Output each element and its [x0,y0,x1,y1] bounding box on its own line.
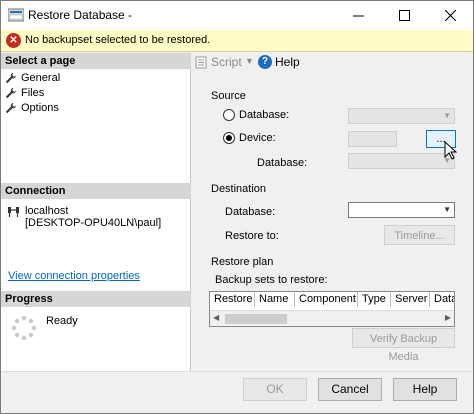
select-page-header: Select a page [1,53,191,69]
column-header[interactable]: Type [358,292,391,307]
source-database-radio[interactable] [223,109,235,121]
ok-button[interactable]: OK [243,378,307,401]
restore-plan-group-label: Restore plan [211,256,274,268]
restore-to-label: Restore to: [225,230,279,242]
chevron-down-icon: ▼ [443,205,451,214]
connection-header: Connection [1,183,191,199]
script-icon [195,56,207,68]
minimize-button[interactable] [335,1,381,30]
script-label: Script [211,55,242,69]
help-button[interactable]: Help [393,378,457,401]
progress-status: Ready [46,315,78,327]
app-icon [8,8,24,22]
server-connection-icon [8,207,19,217]
connection-user: [DESKTOP-OPU40LN\paul] [25,217,162,229]
progress-spinner-icon [11,315,37,341]
page-item-general[interactable]: General [5,71,60,85]
source-database-combo[interactable]: ▼ [348,108,455,124]
backup-sets-grid[interactable]: Restore Name Component Type Server Data … [209,291,455,327]
column-header[interactable]: Name [255,292,295,307]
close-icon [444,10,456,21]
footer-divider [1,371,473,372]
source-device-radio[interactable] [223,132,235,144]
grid-header: Restore Name Component Type Server Data [210,292,454,307]
scroll-right-icon[interactable]: ▶ [445,313,451,322]
chevron-down-icon: ▼ [443,111,451,120]
wrench-icon [5,87,17,99]
source-device-database-label: Database: [257,157,308,169]
page-item-options[interactable]: Options [5,101,59,115]
connection-server: localhost [25,205,69,217]
error-icon: ✕ [6,33,21,48]
help-icon: ? [258,55,272,69]
destination-database-label: Database: [225,206,276,218]
minimize-icon [352,15,364,17]
grid-horizontal-scrollbar[interactable]: ◀ ▶ [210,310,454,326]
destination-database-combo[interactable]: ▼ [348,202,455,218]
title-bar[interactable]: Restore Database - [1,1,473,30]
source-database-label: Database: [239,109,290,121]
maximize-button[interactable] [381,1,427,30]
column-header[interactable]: Data [430,292,454,307]
help-label: Help [275,55,300,69]
page-item-label: Options [21,102,59,114]
source-device-database-combo[interactable]: ▼ [348,153,455,169]
error-banner: ✕ No backupset selected to be restored. [1,30,473,52]
column-header[interactable]: Component [295,292,358,307]
source-device-label: Device: [239,132,276,144]
page-item-label: Files [21,87,45,99]
page-item-files[interactable]: Files [5,86,44,100]
left-pane: Select a page General Files Options Conn… [1,53,191,371]
page-item-label: General [21,72,61,84]
scrollbar-thumb[interactable] [225,314,287,324]
backup-sets-label: Backup sets to restore: [215,274,328,286]
cancel-button[interactable]: Cancel [318,378,382,401]
close-button[interactable] [427,1,473,30]
window-title: Restore Database - [28,8,133,22]
script-button[interactable]: Script [195,55,242,69]
view-connection-properties-link[interactable]: View connection properties [8,270,140,282]
wrench-icon [5,102,17,114]
restore-database-dialog: Restore Database - ✕ No backupset select… [0,0,474,414]
device-path-field[interactable] [348,131,397,147]
maximize-icon [398,10,410,21]
wrench-icon [5,72,17,84]
script-dropdown-arrow-icon[interactable]: ▼ [245,56,254,66]
help-toolbar-button[interactable]: ? Help [258,55,300,69]
column-header[interactable]: Server [391,292,430,307]
column-header[interactable]: Restore [210,292,255,307]
timeline-button[interactable]: Timeline... [384,225,455,245]
error-message: No backupset selected to be restored. [25,34,211,46]
progress-header: Progress [1,291,191,307]
scroll-left-icon[interactable]: ◀ [213,313,219,322]
mouse-pointer-icon [444,141,458,160]
verify-backup-media-button[interactable]: Verify Backup Media [352,328,455,363]
toolbar: Script ▼ ? Help [192,53,473,73]
destination-group-label: Destination [211,183,267,195]
source-group-label: Source [211,90,246,102]
